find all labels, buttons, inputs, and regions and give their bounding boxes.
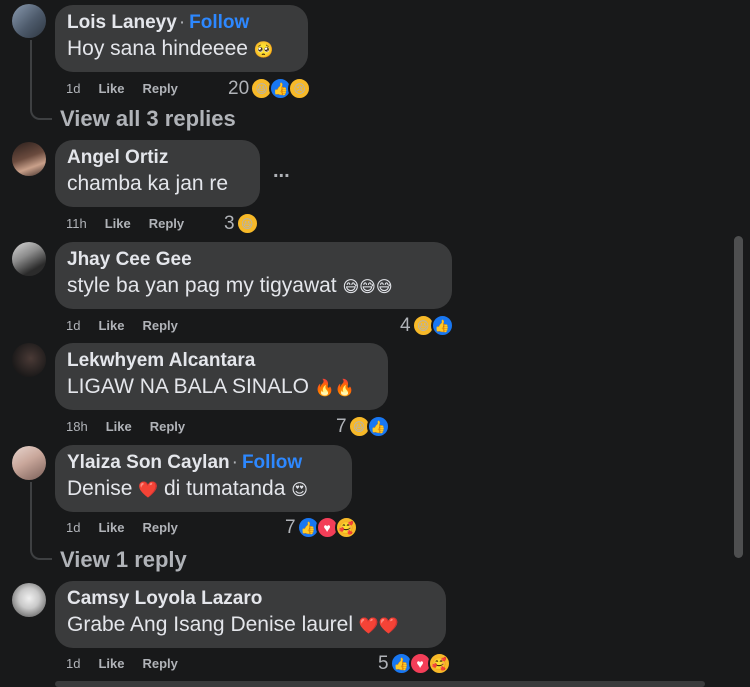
avatar[interactable] [12,446,46,480]
like-button[interactable]: Like [98,520,124,535]
reaction-summary[interactable]: 5 👍 ♥ 🥰 [378,652,451,675]
comment-text: Hoy sana hindeeee [67,37,248,60]
timestamp[interactable]: 1d [66,318,80,333]
comment-actions: 1d Like Reply [66,520,196,535]
reply-button[interactable]: Reply [142,318,177,333]
reaction-summary[interactable]: 7 👍 ♥ 🥰 [285,516,358,539]
like-icon: 👍 [430,314,454,337]
fire-emoji: 🔥🔥 [314,380,355,397]
avatar[interactable] [12,242,46,276]
comment-bubble: Jhay Cee Gee style ba yan pag my tigyawa… [55,242,452,309]
timestamp[interactable]: 1d [66,656,80,671]
reaction-count: 5 [378,652,389,674]
care-icon: 🥰 [427,652,451,675]
heart-eyes-emoji: 😍 [291,482,308,499]
author-name[interactable]: Ylaiza Son Caylan [67,452,230,473]
heart-emoji: ❤️❤️ [358,618,399,635]
reaction-summary[interactable]: 20 😆 👍 😢 [228,77,312,100]
comment-actions: 11h Like Reply [66,216,202,231]
reaction-summary[interactable]: 3 😆 [224,212,259,235]
reaction-count: 7 [336,415,347,437]
reaction-count: 20 [228,77,250,99]
scrollbar-thumb[interactable] [734,236,743,558]
comment-text: LIGAW NA BALA SINALO [67,375,309,398]
comment-text: Denise [67,477,133,500]
follow-button[interactable]: Follow [189,12,249,33]
reply-button[interactable]: Reply [150,419,185,434]
view-replies-link[interactable]: View all 3 replies [60,106,236,132]
comment-bubble: Lekwhyem Alcantara LIGAW NA BALA SINALO … [55,343,388,410]
heart-emoji: ❤️ [138,482,159,499]
comment-bubble: Lois Laneyy · Follow Hoy sana hindeeee 🥺 [55,5,308,72]
reaction-summary[interactable]: 7 😆 👍 [336,415,390,438]
comment-text: style ba yan pag my tigyawat [67,274,337,297]
timestamp[interactable]: 18h [66,419,88,434]
comment-text: Grabe Ang Isang Denise laurel [67,613,354,636]
reply-button[interactable]: Reply [142,656,177,671]
pleading-emoji: 🥺 [253,42,274,59]
reaction-count: 3 [224,212,235,234]
view-replies-link[interactable]: View 1 reply [60,547,187,573]
comment-bubble: Ylaiza Son Caylan · Follow Denise ❤️ di tu… [55,445,352,512]
thread-line [30,482,52,560]
comment-text: chamba ka jan re [67,172,229,195]
comment-text-continued: di tumatanda [163,477,286,500]
like-icon: 👍 [366,415,390,438]
comment-actions: 1d Like Reply [66,318,196,333]
separator-dot: · [231,452,238,473]
timestamp[interactable]: 11h [66,216,87,231]
comment-actions: 1d Like Reply [66,656,196,671]
separator-dot: · [178,12,186,33]
follow-button[interactable]: Follow [242,452,302,473]
like-button[interactable]: Like [98,656,124,671]
like-button[interactable]: Like [105,216,131,231]
comment-bubble: Camsy Loyola Lazaro Grabe Ang Isang Deni… [55,581,446,648]
comment-bubble: Angel Ortiz chamba ka jan re [55,140,260,207]
reply-button[interactable]: Reply [142,520,177,535]
reaction-summary[interactable]: 4 😆 👍 [400,314,454,337]
timestamp[interactable]: 1d [66,81,80,96]
haha-icon: 😆 [235,212,259,235]
reply-button[interactable]: Reply [149,216,184,231]
reply-button[interactable]: Reply [142,81,177,96]
like-button[interactable]: Like [98,318,124,333]
author-name[interactable]: Lois Laneyy [67,12,177,33]
care-icon: 🥰 [334,516,358,539]
reaction-count: 4 [400,314,411,336]
author-name[interactable]: Jhay Cee Gee [67,248,439,272]
comment-actions: 1d Like Reply [66,81,196,96]
sweat-smile-emoji: 😅😅😅 [342,279,393,296]
avatar[interactable] [12,142,46,176]
author-name[interactable]: Angel Ortiz [67,146,247,170]
reaction-count: 7 [285,516,296,538]
more-options-button[interactable]: ... [273,160,290,183]
avatar[interactable] [12,4,46,38]
like-button[interactable]: Like [106,419,132,434]
next-comment-bubble [55,681,705,687]
like-button[interactable]: Like [98,81,124,96]
author-name[interactable]: Lekwhyem Alcantara [67,349,375,373]
thread-line [30,40,52,120]
avatar[interactable] [12,343,46,377]
author-name[interactable]: Camsy Loyola Lazaro [67,587,433,611]
timestamp[interactable]: 1d [66,520,80,535]
comment-actions: 18h Like Reply [66,419,203,434]
sad-icon: 😢 [288,77,312,100]
avatar[interactable] [12,583,46,617]
